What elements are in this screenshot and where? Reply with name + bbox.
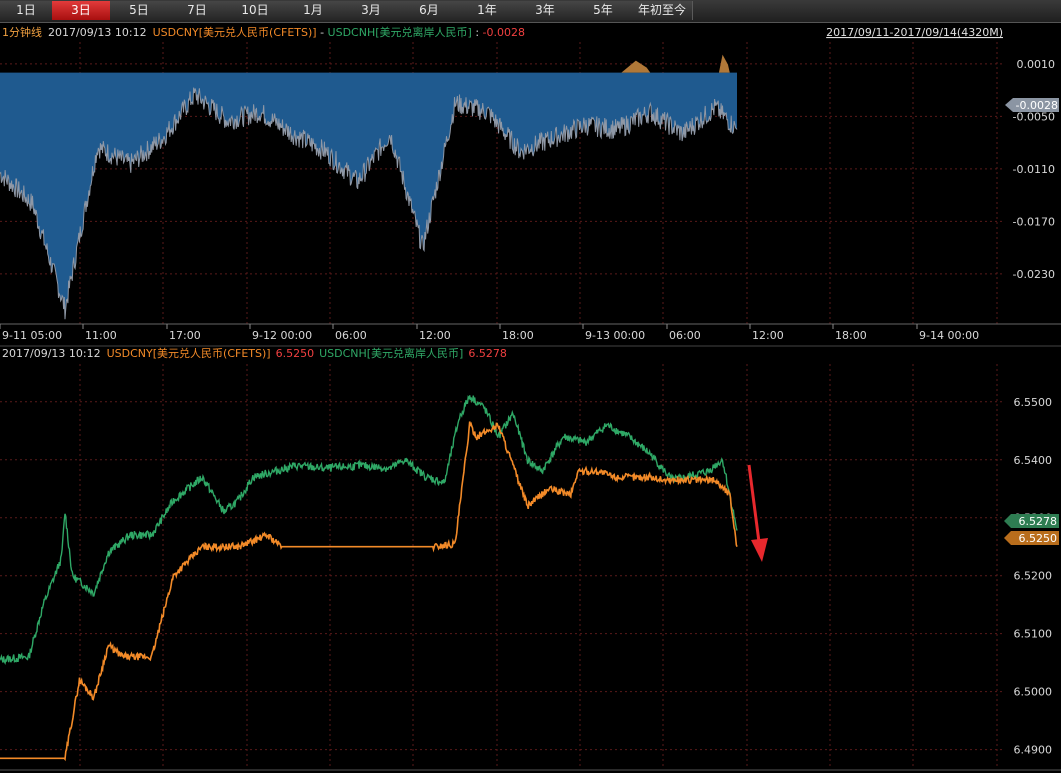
- usdcny-line: [0, 421, 738, 762]
- bottom-chart-grid: [0, 364, 1003, 768]
- top-chart-header: 1分钟线 2017/09/13 10:12 USDCNY[美元兑人民币(CFETS)…: [2, 25, 525, 39]
- top-xtick-8: 06:00: [669, 329, 701, 342]
- header-sep: :: [472, 26, 483, 39]
- top-chart-plot: [0, 54, 738, 320]
- bottom-header-cny-label: USDCNY[美元兑人民币(CFETS)]: [107, 346, 271, 360]
- cnh-price-tag: 6.5278: [1004, 514, 1059, 528]
- period-tab-3[interactable]: 7日: [168, 1, 227, 20]
- spread-area-fill: [0, 72, 737, 320]
- bottom-header-cnh-label: USDCNH[美元兑离岸人民币]: [319, 346, 463, 360]
- header-series-cnh: USDCNH[美元兑离岸人民币]: [328, 25, 472, 39]
- spread-tag-text: -0.0028: [1016, 99, 1058, 112]
- interval-label: 1分钟线: [2, 25, 42, 39]
- period-tab-8[interactable]: 1年: [458, 1, 517, 20]
- period-tab-2[interactable]: 5日: [110, 1, 169, 20]
- period-tab-11[interactable]: 年初至今: [632, 1, 693, 20]
- top-ytick-2: -0.0110: [1013, 163, 1055, 176]
- bottom-header-cny-value: 6.5250: [276, 347, 315, 360]
- period-tab-5[interactable]: 1月: [284, 1, 343, 20]
- header-minus: -: [317, 26, 328, 39]
- chart-area: 0.0010 -0.0050 -0.0110 -0.0170 -0.0230 9-11 …: [0, 25, 1061, 771]
- bottom-header-cnh-value: 6.5278: [468, 347, 507, 360]
- top-xtick-7: 9-13 00:00: [585, 329, 645, 342]
- top-xtick-5: 12:00: [419, 329, 451, 342]
- top-xtick-4: 06:00: [335, 329, 367, 342]
- spread-current-tag: -0.0028: [1005, 98, 1059, 112]
- top-xtick-10: 18:00: [835, 329, 867, 342]
- cny-price-tag: 6.5250: [1004, 531, 1059, 545]
- period-tab-7[interactable]: 6月: [400, 1, 459, 20]
- bottom-header-time: 2017/09/13 10:12: [2, 347, 101, 360]
- header-time: 2017/09/13 10:12: [48, 26, 147, 39]
- header-series-cny: USDCNY[美元兑人民币(CFETS)]: [153, 25, 317, 39]
- top-xtick-3: 9-12 00:00: [252, 329, 312, 342]
- cny-tag-text: 6.5250: [1019, 532, 1058, 545]
- period-tab-9[interactable]: 3年: [516, 1, 575, 20]
- bottom-chart-plot: [0, 395, 738, 762]
- bot-ytick-4: 6.5100: [1014, 628, 1053, 641]
- top-chart-y-axis: 0.0010 -0.0050 -0.0110 -0.0170 -0.0230: [1013, 58, 1055, 281]
- cnh-tag-text: 6.5278: [1019, 515, 1058, 528]
- top-xtick-2: 17:00: [169, 329, 201, 342]
- bot-ytick-6: 6.4900: [1014, 744, 1053, 757]
- period-tab-6[interactable]: 3月: [342, 1, 401, 20]
- period-tab-10[interactable]: 5年: [574, 1, 633, 20]
- top-xtick-0: 9-11 05:00: [2, 329, 62, 342]
- top-ytick-0: 0.0010: [1017, 58, 1056, 71]
- top-xtick-1: 11:00: [85, 329, 117, 342]
- period-tab-1[interactable]: 3日: [52, 1, 111, 20]
- top-ytick-3: -0.0170: [1013, 215, 1055, 228]
- top-xtick-9: 12:00: [752, 329, 784, 342]
- top-xtick-6: 18:00: [502, 329, 534, 342]
- period-toolbar: 1日 3日 5日 7日 10日 1月 3月 6月 1年 3年 5年 年初至今: [0, 0, 1061, 23]
- top-xtick-11: 9-14 00:00: [919, 329, 979, 342]
- spread-positive-fill-1: [621, 60, 651, 73]
- date-range-label[interactable]: 2017/09/11-2017/09/14(4320M): [826, 26, 1003, 39]
- down-arrow-annotation: [747, 464, 768, 562]
- bot-ytick-5: 6.5000: [1014, 686, 1053, 699]
- bot-ytick-3: 6.5200: [1014, 570, 1053, 583]
- bottom-chart-header: 2017/09/13 10:12 USDCNY[美元兑人民币(CFETS)] 6.5…: [2, 346, 507, 360]
- usdcnh-line: [0, 395, 738, 665]
- period-tab-0[interactable]: 1日: [0, 1, 53, 20]
- period-tab-4[interactable]: 10日: [226, 1, 285, 20]
- header-spread-value: -0.0028: [483, 26, 525, 39]
- bot-ytick-1: 6.5400: [1014, 454, 1053, 467]
- top-chart-x-axis: 9-11 05:00 11:00 17:00 9-12 00:00 06:00 12:00…: [0, 323, 1061, 342]
- bottom-chart-y-axis: 6.55006.54006.53006.52006.51006.50006.49…: [1014, 396, 1053, 757]
- top-ytick-4: -0.0230: [1013, 268, 1055, 281]
- top-ytick-1: -0.0050: [1013, 110, 1055, 123]
- bot-ytick-0: 6.5500: [1014, 396, 1053, 409]
